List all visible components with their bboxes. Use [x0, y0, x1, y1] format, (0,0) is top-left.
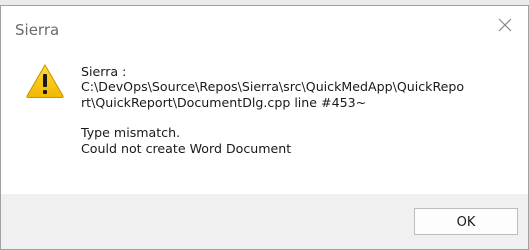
title-bar: Sierra — [1, 6, 528, 54]
message-area: Sierra : C:\DevOps\Source\Repos\Sierra\s… — [1, 54, 528, 194]
close-button[interactable] — [484, 6, 528, 46]
ok-button[interactable]: OK — [414, 208, 518, 235]
warning-icon — [26, 64, 64, 98]
message-path-line-1: C:\DevOps\Source\Repos\Sierra\src\QuickM… — [81, 79, 465, 95]
message-error-line-2: Could not create Word Document — [81, 140, 292, 156]
close-icon — [498, 18, 512, 32]
message-dialog: Sierra Sierra : C:\DevOps\Source\Repos\S… — [0, 5, 529, 250]
window-title: Sierra — [15, 21, 60, 39]
message-source: Sierra : — [81, 64, 127, 79]
message-spacer — [81, 110, 521, 125]
message-path-line-2: rt\QuickReport\DocumentDlg.cpp line #453… — [81, 94, 367, 110]
message-error-line-1: Type mismatch. — [81, 125, 181, 141]
message-text: Sierra : C:\DevOps\Source\Repos\Sierra\s… — [81, 64, 521, 156]
button-bar: OK — [1, 194, 528, 249]
